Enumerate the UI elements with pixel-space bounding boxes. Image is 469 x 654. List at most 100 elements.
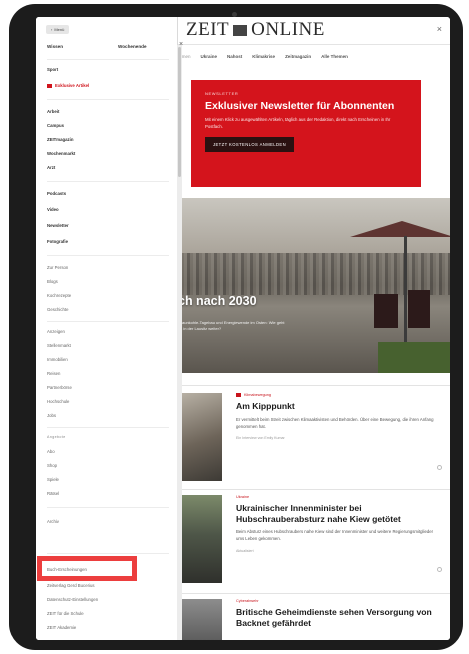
- logo-mark: [233, 24, 248, 36]
- menu-close-icon[interactable]: ×: [179, 41, 183, 48]
- menu-segment-wissen[interactable]: Wissen: [36, 41, 107, 53]
- article-body: Klimabewegung Am Kipppunkt Er vermittelt…: [236, 393, 436, 440]
- comment-icon[interactable]: [437, 567, 442, 572]
- article-thumbnail: [178, 393, 222, 481]
- logo-text-online: ONLINE: [251, 19, 325, 40]
- menu-item[interactable]: Fotografie: [47, 239, 68, 244]
- article-body: Ukraine Ukrainischer Innenminister bei H…: [236, 495, 436, 553]
- hero-image-pole: [404, 236, 407, 356]
- hero-image-grass: [378, 342, 450, 373]
- menu-item[interactable]: Kochrezepte: [47, 293, 71, 298]
- article-teaser[interactable]: Cyberabwehr Britische Geheimdienste sehe…: [178, 599, 450, 640]
- menu-item[interactable]: Stellenmarkt: [47, 343, 71, 348]
- article-meta: Ein Interview von Emily Kumar: [236, 436, 285, 441]
- menu-divider: [47, 99, 169, 100]
- menu-item[interactable]: Reisen: [47, 371, 60, 376]
- menu-divider: [47, 255, 169, 256]
- nav-link[interactable]: Nahost: [227, 54, 242, 59]
- newsletter-description: Mit einem Klick zu ausgewählten Artikeln…: [205, 117, 391, 129]
- article-teaser[interactable]: Ukraine Ukrainischer Innenminister bei H…: [178, 495, 450, 595]
- zeit-online-logo[interactable]: ZEIT ONLINE: [186, 19, 325, 41]
- menu-divider: [47, 181, 169, 182]
- menu-divider: [47, 427, 169, 428]
- menu-item[interactable]: Blogs: [47, 279, 58, 284]
- article-teaser[interactable]: Klimabewegung Am Kipppunkt Er vermittelt…: [178, 393, 450, 493]
- highlight-annotation-box: [37, 556, 137, 581]
- menu-item[interactable]: Video: [47, 207, 59, 212]
- navigation-menu: ‹ Menü Wissen Wochenende Sport Exklusive…: [36, 17, 178, 640]
- menu-item[interactable]: Wochenmarkt: [47, 151, 75, 156]
- menu-item[interactable]: Spiele: [47, 477, 59, 482]
- menu-item-sport[interactable]: Sport: [47, 67, 58, 72]
- menu-item[interactable]: ZEIT Akademie: [47, 625, 76, 630]
- close-icon[interactable]: ×: [437, 24, 442, 34]
- article-headline: Am Kipppunkt: [236, 401, 295, 411]
- menu-item[interactable]: Arbeit: [47, 109, 59, 114]
- divider: [178, 489, 450, 490]
- article-summary: Er vermittelt beim Streit zwischen Klima…: [236, 416, 434, 429]
- menu-item[interactable]: Rätsel: [47, 491, 59, 496]
- menu-item[interactable]: Podcasts: [47, 191, 66, 196]
- newsletter-headline: Exklusiver Newsletter für Abonnenten: [205, 100, 395, 112]
- menu-item[interactable]: Geschichte: [47, 307, 69, 312]
- nav-link[interactable]: Zeitmagazin: [285, 54, 311, 59]
- logo-text-zeit: ZEIT: [186, 19, 230, 40]
- menu-section-label: Angebote: [47, 435, 66, 439]
- chevron-left-icon: ‹: [51, 27, 53, 32]
- hero-title: ch nach 2030: [178, 294, 257, 308]
- menu-item[interactable]: Hochschule: [47, 399, 69, 404]
- article-headline: Ukrainischer Innenminister bei Hubschrau…: [236, 503, 401, 524]
- hero-image-chair: [408, 290, 430, 328]
- menu-segments: Wissen Wochenende: [36, 41, 178, 53]
- hero-subtitle: Braunkohle-Tagebau und Energiewende im O…: [178, 320, 285, 331]
- hero-teaser[interactable]: ch nach 2030 Braunkohle-Tagebau und Ener…: [178, 198, 450, 373]
- divider: [178, 385, 450, 386]
- menu-item[interactable]: ZEIT für die Schule: [47, 611, 84, 616]
- newsletter-signup-button[interactable]: JETZT KOSTENLOS ANMELDEN: [205, 136, 295, 152]
- article-kicker: Ukraine: [236, 495, 250, 499]
- menu-item[interactable]: Abo: [47, 449, 55, 454]
- article-thumbnail: [178, 495, 222, 583]
- article-kicker: Cyberabwehr: [236, 599, 259, 603]
- zplus-icon: [47, 83, 52, 88]
- topic-navigation: Themen Ukraine Nahost Klimakrise Zeitmag…: [174, 54, 348, 59]
- menu-item[interactable]: Arzt: [47, 165, 55, 170]
- divider: [178, 593, 450, 594]
- menu-back-button[interactable]: ‹ Menü: [46, 25, 70, 34]
- hero-image-landscape: [178, 253, 450, 295]
- menu-segment-wochenende[interactable]: Wochenende: [107, 41, 178, 53]
- nav-link[interactable]: Ukraine: [201, 54, 218, 59]
- menu-item[interactable]: Archiv: [47, 519, 59, 524]
- hero-image-umbrella: [350, 221, 450, 237]
- menu-divider: [47, 321, 169, 322]
- nav-link[interactable]: Alle Themen: [321, 54, 348, 59]
- hero-image-chair: [374, 294, 398, 328]
- comment-icon[interactable]: [437, 465, 442, 470]
- menu-item[interactable]: Zeitverlag Gerd Bucerius: [47, 583, 95, 588]
- menu-divider: [47, 553, 169, 554]
- zplus-icon: [236, 393, 241, 397]
- menu-item[interactable]: Jobs: [47, 413, 56, 418]
- article-meta: Aktualisiert: [236, 549, 254, 554]
- menu-divider: [47, 507, 169, 508]
- menu-item[interactable]: Campus: [47, 123, 64, 128]
- menu-item-exclusive[interactable]: Exklusive Artikel: [47, 83, 89, 88]
- tablet-screen: ZEIT ONLINE × Themen Ukraine Nahost Klim…: [36, 17, 450, 640]
- article-thumbnail: [178, 599, 222, 640]
- article-kicker: Klimabewegung: [236, 393, 436, 397]
- newsletter-kicker: NEWSLETTER: [205, 91, 239, 96]
- article-headline: Britische Geheimdienste sehen Versorgung…: [236, 607, 432, 628]
- menu-item[interactable]: Anzeigen: [47, 329, 65, 334]
- menu-item[interactable]: ZEITmagazin: [47, 137, 74, 142]
- menu-divider: [47, 59, 169, 60]
- menu-item[interactable]: Newsletter: [47, 223, 69, 228]
- menu-item[interactable]: Datenschutz-Einstellungen: [47, 597, 98, 602]
- menu-item[interactable]: Immobilien: [47, 357, 68, 362]
- menu-item[interactable]: Zur Person: [47, 265, 68, 270]
- menu-item[interactable]: Shop: [47, 463, 57, 468]
- newsletter-teaser[interactable]: NEWSLETTER Exklusiver Newsletter für Abo…: [191, 80, 421, 187]
- nav-link[interactable]: Klimakrise: [252, 54, 275, 59]
- article-body: Cyberabwehr Britische Geheimdienste sehe…: [236, 599, 436, 628]
- menu-item[interactable]: Partnerbörse: [47, 385, 72, 390]
- menu-scrollbar-thumb[interactable]: [178, 47, 181, 177]
